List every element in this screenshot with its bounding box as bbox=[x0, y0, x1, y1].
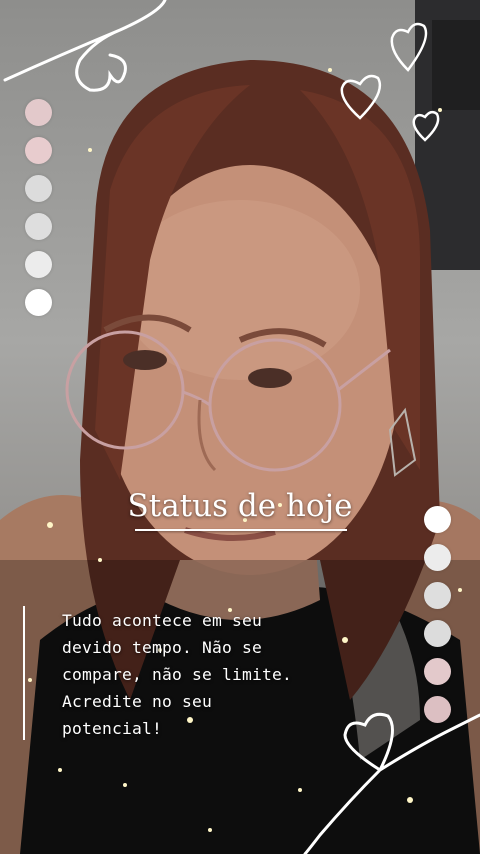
palette-dot bbox=[424, 544, 451, 571]
palette-dot bbox=[424, 658, 451, 685]
title-underline bbox=[135, 529, 347, 531]
palette-dot bbox=[25, 137, 52, 164]
story-canvas: Status de hoje Tudo acontece em seu devi… bbox=[0, 0, 480, 854]
story-title: Status de hoje bbox=[127, 488, 353, 524]
palette-dot bbox=[25, 99, 52, 126]
palette-dot bbox=[424, 582, 451, 609]
color-palette-left bbox=[25, 99, 52, 316]
palette-dot bbox=[25, 251, 52, 278]
quote-text: Tudo acontece em seu devido tempo. Não s… bbox=[62, 611, 293, 738]
palette-dot bbox=[25, 289, 52, 316]
color-palette-right bbox=[424, 506, 451, 723]
quote-bar bbox=[23, 606, 25, 740]
palette-dot bbox=[424, 620, 451, 647]
palette-dot bbox=[25, 213, 52, 240]
palette-dot bbox=[424, 696, 451, 723]
palette-dot bbox=[25, 175, 52, 202]
